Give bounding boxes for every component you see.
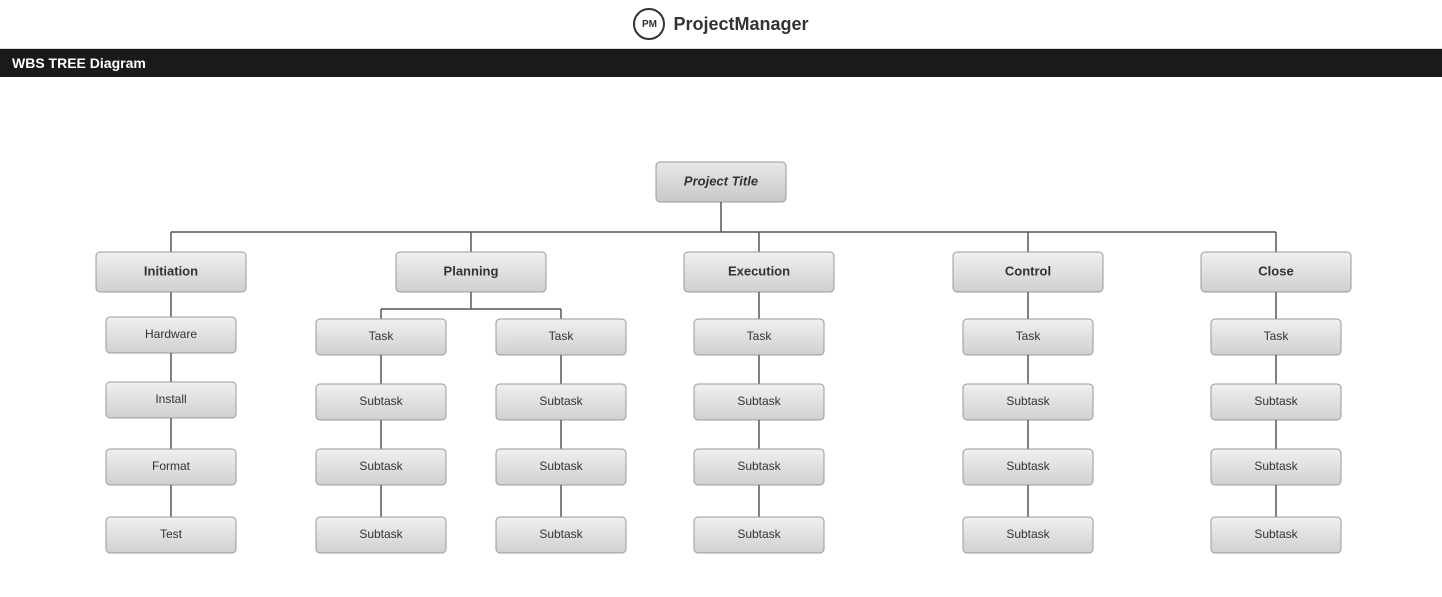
control-task-label: Task [1016,329,1042,343]
format-label: Format [152,459,191,473]
close-subtask1-label: Subtask [1254,394,1298,408]
close-label: Close [1258,263,1293,278]
execution-subtask1-label: Subtask [737,394,781,408]
page-title-bar: WBS TREE Diagram [0,49,1442,77]
execution-subtask3-label: Subtask [737,527,781,541]
planning-subtask-l1-label: Subtask [359,394,403,408]
wbs-diagram: Project Title Initiation Planning Execut… [0,77,1442,597]
execution-task-label: Task [747,329,773,343]
page-title: WBS TREE Diagram [12,55,146,71]
install-label: Install [155,392,186,406]
app-title: ProjectManager [673,14,808,35]
planning-task-left-label: Task [369,329,395,343]
planning-subtask-r1-label: Subtask [539,394,583,408]
control-label: Control [1005,263,1051,278]
control-subtask3-label: Subtask [1006,527,1050,541]
close-subtask3-label: Subtask [1254,527,1298,541]
root-label: Project Title [684,173,758,188]
execution-subtask2-label: Subtask [737,459,781,473]
close-task-label: Task [1264,329,1290,343]
test-label: Test [160,527,183,541]
wbs-svg: Project Title Initiation Planning Execut… [11,87,1431,577]
planning-label: Planning [444,263,499,278]
planning-subtask-r2-label: Subtask [539,459,583,473]
logo-icon: PM [633,8,665,40]
hardware-label: Hardware [145,327,197,341]
close-subtask2-label: Subtask [1254,459,1298,473]
planning-subtask-r3-label: Subtask [539,527,583,541]
control-subtask1-label: Subtask [1006,394,1050,408]
planning-task-right-label: Task [549,329,575,343]
control-subtask2-label: Subtask [1006,459,1050,473]
app-header: PM ProjectManager [0,0,1442,49]
planning-subtask-l2-label: Subtask [359,459,403,473]
initiation-label: Initiation [144,263,198,278]
planning-subtask-l3-label: Subtask [359,527,403,541]
execution-label: Execution [728,263,790,278]
